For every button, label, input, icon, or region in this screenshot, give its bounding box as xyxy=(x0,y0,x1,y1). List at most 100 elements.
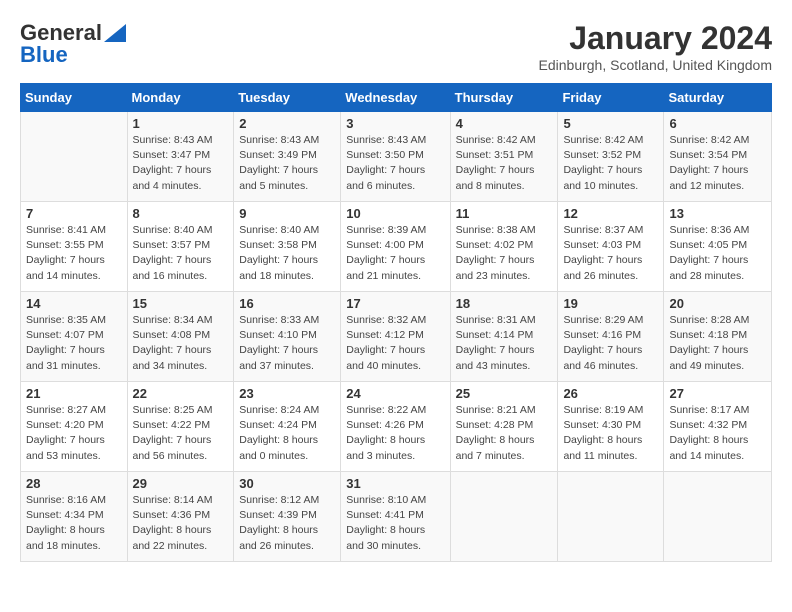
header-wednesday: Wednesday xyxy=(341,84,450,112)
day-number: 7 xyxy=(26,206,122,221)
week-row-2: 7 Sunrise: 8:41 AMSunset: 3:55 PMDayligh… xyxy=(21,202,772,292)
day-number: 12 xyxy=(563,206,658,221)
day-detail: Sunrise: 8:36 AMSunset: 4:05 PMDaylight:… xyxy=(669,224,749,282)
day-number: 1 xyxy=(133,116,229,131)
logo-icon xyxy=(104,24,126,42)
day-cell: 3 Sunrise: 8:43 AMSunset: 3:50 PMDayligh… xyxy=(341,112,450,202)
day-detail: Sunrise: 8:19 AMSunset: 4:30 PMDaylight:… xyxy=(563,404,643,462)
day-number: 25 xyxy=(456,386,553,401)
day-detail: Sunrise: 8:21 AMSunset: 4:28 PMDaylight:… xyxy=(456,404,536,462)
day-detail: Sunrise: 8:33 AMSunset: 4:10 PMDaylight:… xyxy=(239,314,319,372)
day-number: 23 xyxy=(239,386,335,401)
day-cell: 23 Sunrise: 8:24 AMSunset: 4:24 PMDaylig… xyxy=(234,382,341,472)
day-cell: 2 Sunrise: 8:43 AMSunset: 3:49 PMDayligh… xyxy=(234,112,341,202)
day-cell: 26 Sunrise: 8:19 AMSunset: 4:30 PMDaylig… xyxy=(558,382,664,472)
day-number: 5 xyxy=(563,116,658,131)
day-number: 13 xyxy=(669,206,766,221)
day-cell xyxy=(664,472,772,562)
day-detail: Sunrise: 8:29 AMSunset: 4:16 PMDaylight:… xyxy=(563,314,643,372)
day-number: 6 xyxy=(669,116,766,131)
day-number: 22 xyxy=(133,386,229,401)
day-number: 30 xyxy=(239,476,335,491)
day-cell: 6 Sunrise: 8:42 AMSunset: 3:54 PMDayligh… xyxy=(664,112,772,202)
month-year: January 2024 xyxy=(539,20,772,57)
logo-blue: Blue xyxy=(20,42,68,68)
day-cell: 31 Sunrise: 8:10 AMSunset: 4:41 PMDaylig… xyxy=(341,472,450,562)
day-cell: 18 Sunrise: 8:31 AMSunset: 4:14 PMDaylig… xyxy=(450,292,558,382)
day-detail: Sunrise: 8:39 AMSunset: 4:00 PMDaylight:… xyxy=(346,224,426,282)
day-cell: 28 Sunrise: 8:16 AMSunset: 4:34 PMDaylig… xyxy=(21,472,128,562)
day-number: 26 xyxy=(563,386,658,401)
day-cell xyxy=(558,472,664,562)
day-detail: Sunrise: 8:40 AMSunset: 3:58 PMDaylight:… xyxy=(239,224,319,282)
day-cell: 27 Sunrise: 8:17 AMSunset: 4:32 PMDaylig… xyxy=(664,382,772,472)
day-cell: 13 Sunrise: 8:36 AMSunset: 4:05 PMDaylig… xyxy=(664,202,772,292)
header-thursday: Thursday xyxy=(450,84,558,112)
day-detail: Sunrise: 8:43 AMSunset: 3:47 PMDaylight:… xyxy=(133,134,213,192)
day-detail: Sunrise: 8:41 AMSunset: 3:55 PMDaylight:… xyxy=(26,224,106,282)
day-detail: Sunrise: 8:42 AMSunset: 3:51 PMDaylight:… xyxy=(456,134,536,192)
day-detail: Sunrise: 8:38 AMSunset: 4:02 PMDaylight:… xyxy=(456,224,536,282)
header-sunday: Sunday xyxy=(21,84,128,112)
day-number: 9 xyxy=(239,206,335,221)
day-detail: Sunrise: 8:12 AMSunset: 4:39 PMDaylight:… xyxy=(239,494,319,552)
day-number: 31 xyxy=(346,476,444,491)
day-cell: 17 Sunrise: 8:32 AMSunset: 4:12 PMDaylig… xyxy=(341,292,450,382)
day-cell xyxy=(21,112,128,202)
calendar-header-row: SundayMondayTuesdayWednesdayThursdayFrid… xyxy=(21,84,772,112)
day-number: 4 xyxy=(456,116,553,131)
day-cell: 1 Sunrise: 8:43 AMSunset: 3:47 PMDayligh… xyxy=(127,112,234,202)
day-cell: 21 Sunrise: 8:27 AMSunset: 4:20 PMDaylig… xyxy=(21,382,128,472)
day-cell: 22 Sunrise: 8:25 AMSunset: 4:22 PMDaylig… xyxy=(127,382,234,472)
day-number: 2 xyxy=(239,116,335,131)
header-friday: Friday xyxy=(558,84,664,112)
day-number: 27 xyxy=(669,386,766,401)
week-row-4: 21 Sunrise: 8:27 AMSunset: 4:20 PMDaylig… xyxy=(21,382,772,472)
day-number: 14 xyxy=(26,296,122,311)
day-cell: 10 Sunrise: 8:39 AMSunset: 4:00 PMDaylig… xyxy=(341,202,450,292)
day-cell: 7 Sunrise: 8:41 AMSunset: 3:55 PMDayligh… xyxy=(21,202,128,292)
day-detail: Sunrise: 8:43 AMSunset: 3:50 PMDaylight:… xyxy=(346,134,426,192)
day-detail: Sunrise: 8:32 AMSunset: 4:12 PMDaylight:… xyxy=(346,314,426,372)
day-number: 11 xyxy=(456,206,553,221)
day-cell: 15 Sunrise: 8:34 AMSunset: 4:08 PMDaylig… xyxy=(127,292,234,382)
day-cell: 25 Sunrise: 8:21 AMSunset: 4:28 PMDaylig… xyxy=(450,382,558,472)
day-number: 16 xyxy=(239,296,335,311)
week-row-5: 28 Sunrise: 8:16 AMSunset: 4:34 PMDaylig… xyxy=(21,472,772,562)
day-number: 28 xyxy=(26,476,122,491)
day-detail: Sunrise: 8:25 AMSunset: 4:22 PMDaylight:… xyxy=(133,404,213,462)
day-detail: Sunrise: 8:16 AMSunset: 4:34 PMDaylight:… xyxy=(26,494,106,552)
day-number: 8 xyxy=(133,206,229,221)
day-detail: Sunrise: 8:27 AMSunset: 4:20 PMDaylight:… xyxy=(26,404,106,462)
day-detail: Sunrise: 8:17 AMSunset: 4:32 PMDaylight:… xyxy=(669,404,749,462)
day-detail: Sunrise: 8:37 AMSunset: 4:03 PMDaylight:… xyxy=(563,224,643,282)
page-header: General Blue January 2024 Edinburgh, Sco… xyxy=(20,20,772,73)
day-number: 24 xyxy=(346,386,444,401)
day-detail: Sunrise: 8:42 AMSunset: 3:54 PMDaylight:… xyxy=(669,134,749,192)
day-number: 15 xyxy=(133,296,229,311)
location: Edinburgh, Scotland, United Kingdom xyxy=(539,57,772,73)
day-detail: Sunrise: 8:28 AMSunset: 4:18 PMDaylight:… xyxy=(669,314,749,372)
day-detail: Sunrise: 8:35 AMSunset: 4:07 PMDaylight:… xyxy=(26,314,106,372)
day-cell: 11 Sunrise: 8:38 AMSunset: 4:02 PMDaylig… xyxy=(450,202,558,292)
title-block: January 2024 Edinburgh, Scotland, United… xyxy=(539,20,772,73)
day-cell: 24 Sunrise: 8:22 AMSunset: 4:26 PMDaylig… xyxy=(341,382,450,472)
day-cell: 30 Sunrise: 8:12 AMSunset: 4:39 PMDaylig… xyxy=(234,472,341,562)
day-detail: Sunrise: 8:43 AMSunset: 3:49 PMDaylight:… xyxy=(239,134,319,192)
day-cell: 14 Sunrise: 8:35 AMSunset: 4:07 PMDaylig… xyxy=(21,292,128,382)
day-detail: Sunrise: 8:22 AMSunset: 4:26 PMDaylight:… xyxy=(346,404,426,462)
day-cell: 8 Sunrise: 8:40 AMSunset: 3:57 PMDayligh… xyxy=(127,202,234,292)
day-number: 10 xyxy=(346,206,444,221)
logo: General Blue xyxy=(20,20,126,68)
calendar-table: SundayMondayTuesdayWednesdayThursdayFrid… xyxy=(20,83,772,562)
day-cell: 12 Sunrise: 8:37 AMSunset: 4:03 PMDaylig… xyxy=(558,202,664,292)
day-detail: Sunrise: 8:31 AMSunset: 4:14 PMDaylight:… xyxy=(456,314,536,372)
day-detail: Sunrise: 8:10 AMSunset: 4:41 PMDaylight:… xyxy=(346,494,426,552)
day-detail: Sunrise: 8:14 AMSunset: 4:36 PMDaylight:… xyxy=(133,494,213,552)
day-detail: Sunrise: 8:34 AMSunset: 4:08 PMDaylight:… xyxy=(133,314,213,372)
day-detail: Sunrise: 8:42 AMSunset: 3:52 PMDaylight:… xyxy=(563,134,643,192)
day-detail: Sunrise: 8:40 AMSunset: 3:57 PMDaylight:… xyxy=(133,224,213,282)
day-cell: 5 Sunrise: 8:42 AMSunset: 3:52 PMDayligh… xyxy=(558,112,664,202)
day-number: 17 xyxy=(346,296,444,311)
day-number: 19 xyxy=(563,296,658,311)
